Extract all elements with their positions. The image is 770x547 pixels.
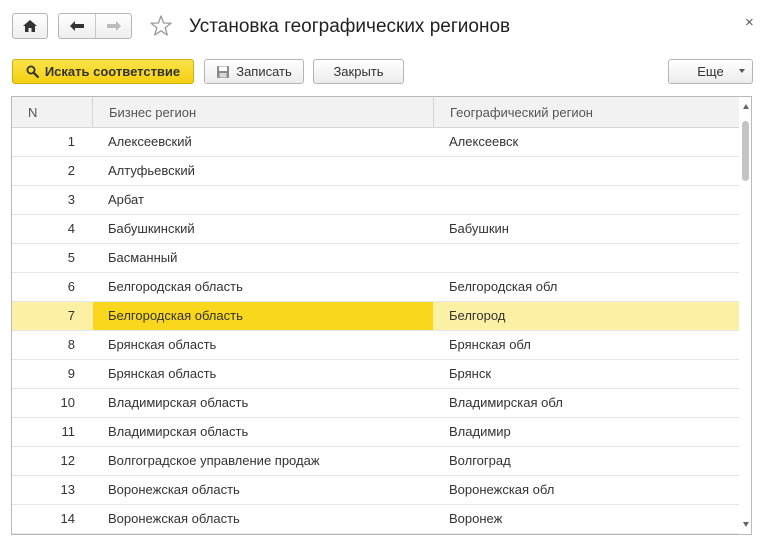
geo-region-cell[interactable]: Бабушкин: [433, 215, 739, 243]
table-header: N Бизнес регион Географический регион: [12, 97, 739, 128]
column-header-n[interactable]: N: [12, 97, 92, 128]
vertical-scrollbar[interactable]: [740, 97, 751, 534]
scroll-up-icon[interactable]: [743, 104, 749, 109]
business-region-cell[interactable]: Алтуфьевский: [93, 157, 433, 185]
business-region-cell[interactable]: Белгородская область: [93, 273, 433, 301]
geo-region-cell[interactable]: Владимирская обл: [433, 389, 739, 417]
history-nav: [58, 13, 132, 39]
save-button[interactable]: Записать: [204, 59, 304, 84]
table-row[interactable]: 5 Басманный: [12, 244, 739, 273]
row-number[interactable]: 4: [12, 215, 92, 243]
geo-region-cell[interactable]: [433, 157, 739, 185]
row-number[interactable]: 11: [12, 418, 92, 446]
geo-region-cell[interactable]: [433, 244, 739, 272]
row-number[interactable]: 8: [12, 331, 92, 359]
geo-region-cell[interactable]: Белгородская обл: [433, 273, 739, 301]
column-header-business-region[interactable]: Бизнес регион: [92, 97, 433, 128]
chevron-down-icon: [739, 69, 745, 73]
forward-button[interactable]: [95, 14, 131, 38]
row-number[interactable]: 7: [12, 302, 92, 330]
business-region-cell[interactable]: Владимирская область: [93, 389, 433, 417]
table-row[interactable]: 1 Алексеевский Алексеевск: [12, 128, 739, 157]
row-number[interactable]: 10: [12, 389, 92, 417]
close-label: Закрыть: [333, 64, 384, 79]
home-icon: [23, 20, 37, 32]
arrow-left-icon: [70, 21, 84, 31]
business-region-cell[interactable]: Воронежская область: [93, 505, 433, 533]
more-label: Еще: [697, 64, 724, 79]
business-region-cell[interactable]: Белгородская область: [93, 302, 433, 330]
find-match-label: Искать соответствие: [44, 64, 181, 79]
row-number[interactable]: 5: [12, 244, 92, 272]
business-region-cell[interactable]: Басманный: [93, 244, 433, 272]
save-icon: [216, 65, 230, 79]
back-button[interactable]: [59, 14, 95, 38]
business-region-cell[interactable]: Брянская область: [93, 360, 433, 388]
geo-region-cell[interactable]: Воронежская обл: [433, 476, 739, 504]
star-icon[interactable]: [149, 14, 173, 38]
business-region-cell[interactable]: Алексеевский: [93, 128, 433, 156]
row-number[interactable]: 2: [12, 157, 92, 185]
row-number[interactable]: 13: [12, 476, 92, 504]
more-button[interactable]: Еще: [668, 59, 753, 84]
close-button[interactable]: Закрыть: [313, 59, 404, 84]
business-region-cell[interactable]: Бабушкинский: [93, 215, 433, 243]
geo-region-cell[interactable]: Воронеж: [433, 505, 739, 533]
table-row[interactable]: 6 Белгородская область Белгородская обл: [12, 273, 739, 302]
business-region-cell[interactable]: Воронежская область: [93, 476, 433, 504]
row-number[interactable]: 1: [12, 128, 92, 156]
find-match-button[interactable]: Искать соответствие: [12, 59, 194, 84]
geo-region-cell[interactable]: Белгород: [433, 302, 739, 330]
row-number[interactable]: 12: [12, 447, 92, 475]
table-row[interactable]: 13 Воронежская область Воронежская обл: [12, 476, 739, 505]
arrow-right-icon: [106, 21, 121, 31]
business-region-cell[interactable]: Волгоградское управление продаж: [93, 447, 433, 475]
column-header-geo-region[interactable]: Географический регион: [433, 97, 739, 128]
page-title: Установка географических регионов: [189, 16, 511, 37]
table-row[interactable]: 4 Бабушкинский Бабушкин: [12, 215, 739, 244]
table-row[interactable]: 12 Волгоградское управление продаж Волгогр…: [12, 447, 739, 476]
table-row[interactable]: 8 Брянская область Брянская обл: [12, 331, 739, 360]
table-row[interactable]: 10 Владимирская область Владимирская обл: [12, 389, 739, 418]
table-row[interactable]: 9 Брянская область Брянск: [12, 360, 739, 389]
row-number[interactable]: 9: [12, 360, 92, 388]
row-number[interactable]: 3: [12, 186, 92, 214]
geo-region-cell[interactable]: Владимир: [433, 418, 739, 446]
row-number[interactable]: 14: [12, 505, 92, 533]
geo-region-cell[interactable]: Брянская обл: [433, 331, 739, 359]
table-row[interactable]: 14 Воронежская область Воронеж: [12, 505, 739, 534]
geo-region-cell[interactable]: Брянск: [433, 360, 739, 388]
regions-table[interactable]: N Бизнес регион Географический регион 1А…: [11, 96, 752, 535]
geo-region-cell[interactable]: Волгоград: [433, 447, 739, 475]
table-row[interactable]: 3 Арбат: [12, 186, 739, 215]
home-button[interactable]: [12, 13, 48, 39]
scroll-down-icon[interactable]: [743, 522, 749, 527]
geo-region-cell[interactable]: [433, 186, 739, 214]
close-icon[interactable]: ×: [745, 14, 754, 31]
form-window: Установка географических регионов × Иска…: [0, 0, 770, 547]
business-region-cell[interactable]: Брянская область: [93, 331, 433, 359]
search-icon: [26, 65, 39, 78]
table-row[interactable]: 11 Владимирская область Владимир: [12, 418, 739, 447]
title-bar: Установка географических регионов ×: [0, 0, 770, 52]
save-label: Записать: [236, 64, 292, 79]
business-region-cell[interactable]: Владимирская область: [93, 418, 433, 446]
table-row[interactable]: 7 Белгородская область Белгород: [12, 302, 739, 331]
geo-region-cell[interactable]: Алексеевск: [433, 128, 739, 156]
scroll-thumb[interactable]: [742, 121, 749, 181]
row-number[interactable]: 6: [12, 273, 92, 301]
business-region-cell[interactable]: Арбат: [93, 186, 433, 214]
table-row[interactable]: 2 Алтуфьевский: [12, 157, 739, 186]
